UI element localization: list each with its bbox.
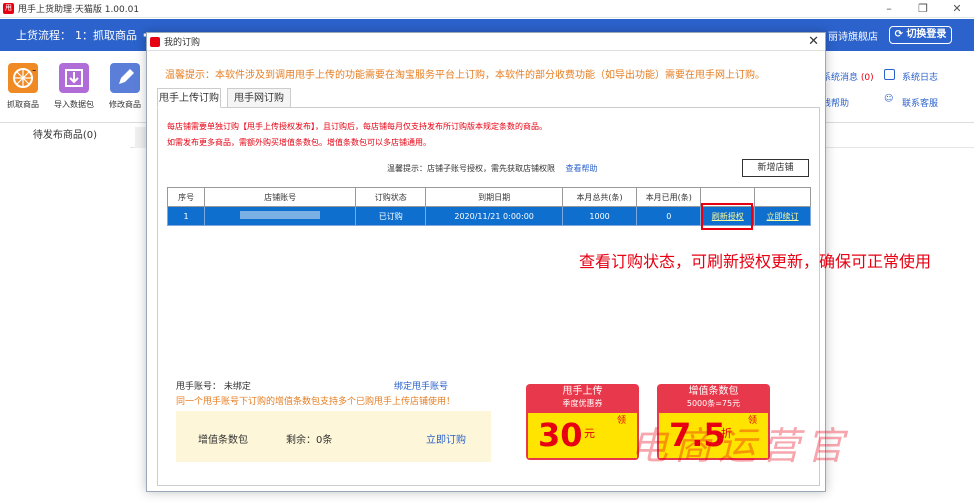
view-help-link[interactable]: 查看帮助 [566, 164, 598, 173]
coupon-upload-body: 30 元 领 [526, 413, 639, 460]
buy-now-link[interactable]: 立即订购 [426, 431, 466, 446]
cell-expire: 2020/11/21 0:00:00 [425, 206, 563, 226]
dialog-logo-icon [150, 36, 160, 47]
flow-step-grab[interactable]: 1：抓取商品 [75, 27, 137, 43]
import-package-icon [59, 63, 89, 93]
coupon-upload-claim[interactable]: 领 [617, 416, 631, 427]
tab-shuaishou-web-order[interactable]: 甩手网订购 [227, 88, 291, 108]
coupon-upload-unit: 元 [584, 427, 595, 440]
coupon-upload-title: 甩手上传 [562, 386, 603, 397]
bind-account-link[interactable]: 绑定甩手账号 [394, 379, 448, 392]
app-titlebar: 甩 甩手上货助理·天猫版 1.00.01 – ❐ ✕ [0, 0, 974, 18]
pack-label: 增值条数包 [198, 435, 248, 446]
coupon-upload-amount: 30 [538, 416, 583, 454]
messages-count: (0) [860, 73, 874, 83]
contact-support-link[interactable]: 联系客服 [902, 96, 938, 109]
highlight-box [701, 203, 753, 230]
minimize-button[interactable]: – [872, 0, 906, 18]
subaccount-tip: 温馨提示：店铺子账号授权，需先获取店铺权限 查看帮助 [387, 163, 598, 174]
coupon-pack-subtitle: 5000条=75元 [686, 399, 741, 408]
tab-shuaishou-upload-order[interactable]: 甩手上传订购 [157, 88, 221, 108]
coupon-pack-head: 增值条数包 5000条=75元 [657, 384, 770, 413]
refresh-icon: ⟳ [894, 29, 903, 40]
flow-label: 上货流程： [16, 29, 71, 42]
dialog-titlebar: 我的订购 ✕ [147, 33, 825, 51]
account-value: 未绑定 [223, 382, 251, 392]
subaccount-tip-text: 温馨提示：店铺子账号授权，需先获取店铺权限 [387, 164, 555, 173]
col-index: 序号 [166, 187, 206, 207]
notice-line-1: 每店铺需要单独订购【甩手上传授权发布】，且订购后，每店铺每月仅支持发布所订购版本… [167, 122, 547, 131]
cell-month-used: 0 [636, 206, 702, 226]
switch-login-label: 切换登录 [906, 29, 947, 40]
switch-login-button[interactable]: ⟳ 切换登录 [889, 26, 952, 44]
coupon-upload[interactable]: 甩手上传 季度优惠券 30 元 领 [526, 384, 639, 460]
dialog-close-button[interactable]: ✕ [808, 34, 819, 49]
import-package-button[interactable]: 导入数据包 [53, 63, 95, 110]
app-logo-icon: 甩 [3, 3, 14, 14]
col-expire: 到期日期 [425, 187, 563, 207]
shop-name: 丽诗旗舰店 [828, 32, 878, 43]
col-shop-account: 店铺账号 [204, 187, 357, 207]
col-month-total: 本月总共(条) [561, 187, 638, 207]
cell-index: 1 [166, 206, 206, 226]
dialog-title: 我的订购 [164, 38, 201, 48]
import-package-label: 导入数据包 [54, 100, 94, 109]
pack-remaining: 剩余：0条 [286, 435, 333, 446]
dialog-tabs: 甩手上传订购 甩手网订购 [157, 88, 820, 108]
syslog-icon [884, 69, 895, 80]
system-messages-link[interactable]: 系统消息 (0) [822, 70, 874, 83]
coupon-upload-subtitle: 季度优惠券 [562, 399, 603, 408]
edit-product-icon [110, 63, 140, 93]
cell-month-total: 1000 [561, 206, 638, 226]
col-month-used: 本月已用(条) [636, 187, 702, 207]
account-row: 甩手账号： 未绑定 [176, 379, 251, 392]
col-status: 订购状态 [355, 187, 427, 207]
renew-now-link[interactable]: 立即续订 [754, 206, 811, 226]
app-title: 甩手上货助理·天猫版 1.00.01 [18, 5, 140, 15]
pack-note: 同一个甩手账号下订购的增值条数包支持多个已购甩手上传店铺使用！ [176, 397, 456, 407]
notice-line-2: 如需发布更多商品，需额外购买增值条数包。增值条数包可以多店铺通用。 [167, 138, 431, 147]
edit-product-label: 修改商品 [109, 100, 141, 109]
annotation-text: 查看订购状态，可刷新授权更新，确保可正常使用 [579, 252, 932, 271]
window-controls: – ❐ ✕ [872, 0, 974, 18]
grab-dropdown-icon[interactable]: - [32, 63, 36, 77]
system-messages-label: 系统消息 [822, 73, 859, 83]
system-log-link[interactable]: 系统日志 [902, 70, 938, 83]
add-shop-button[interactable]: 新增店铺 [742, 159, 809, 177]
watermark: 电商运营官 [630, 424, 851, 468]
online-help-link[interactable]: 线帮助 [822, 96, 849, 109]
cell-shop-account [204, 206, 357, 226]
value-pack-box: 增值条数包 剩余：0条 立即订购 [176, 411, 491, 462]
blurred-account [240, 211, 321, 219]
account-label: 甩手账号： [176, 382, 222, 392]
close-button[interactable]: ✕ [940, 0, 974, 18]
tab-pending-products[interactable]: 待发布商品(0) [0, 124, 130, 148]
cell-status: 已订购 [355, 206, 427, 226]
coupon-upload-head: 甩手上传 季度优惠券 [526, 384, 639, 413]
col-action-2 [754, 187, 811, 207]
edit-product-button[interactable]: 修改商品 [104, 63, 146, 110]
warm-tip: 温馨提示：本软件涉及到调用甩手上传的功能需要在淘宝服务平台上订购，本软件的部分收… [165, 70, 765, 81]
grab-product-button[interactable]: - 抓取商品 [2, 63, 44, 110]
coupon-pack-title: 增值条数包 [688, 386, 739, 397]
grab-product-label: 抓取商品 [7, 100, 39, 109]
support-icon: ☺ [884, 94, 894, 104]
maximize-button[interactable]: ❐ [906, 0, 940, 18]
